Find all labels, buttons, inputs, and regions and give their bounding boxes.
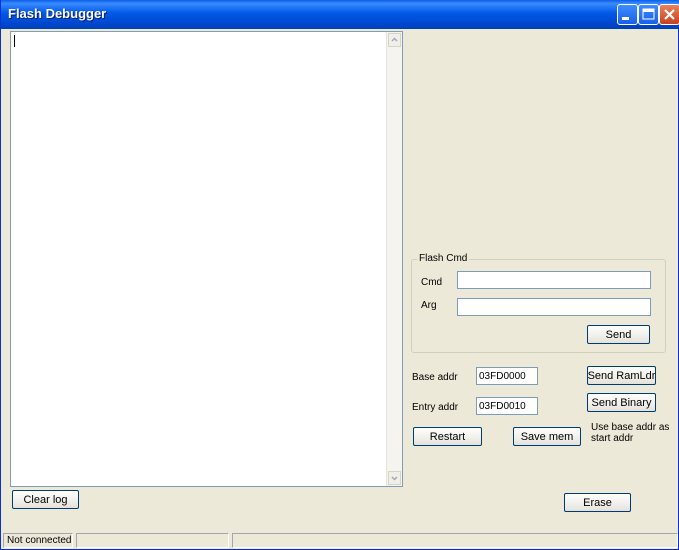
base-addr-label: Base addr bbox=[412, 372, 458, 383]
send-binary-button[interactable]: Send Binary bbox=[587, 393, 656, 412]
maximize-button[interactable] bbox=[638, 4, 659, 25]
use-base-addr-note: Use base addr as start addr bbox=[591, 422, 670, 444]
minimize-button[interactable] bbox=[617, 4, 638, 25]
status-pane-3 bbox=[232, 533, 678, 548]
chevron-up-icon bbox=[391, 37, 398, 42]
erase-button[interactable]: Erase bbox=[564, 493, 631, 512]
arg-input[interactable] bbox=[457, 298, 651, 316]
restart-button[interactable]: Restart bbox=[413, 427, 482, 446]
base-addr-input[interactable]: 03FD0000 bbox=[476, 367, 538, 385]
flash-cmd-legend: Flash Cmd bbox=[417, 253, 470, 264]
log-scrollbar[interactable] bbox=[386, 32, 402, 486]
log-textarea[interactable] bbox=[10, 31, 403, 487]
window-title: Flash Debugger bbox=[8, 6, 107, 21]
close-icon bbox=[664, 9, 675, 20]
flash-debugger-window: Flash Debugger Clear log Flash Cmd Cmd A… bbox=[0, 0, 679, 550]
clear-log-button[interactable]: Clear log bbox=[12, 490, 79, 509]
send-ramldr-button[interactable]: Send RamLdr bbox=[587, 366, 656, 385]
minimize-icon bbox=[622, 17, 629, 20]
title-bar[interactable]: Flash Debugger bbox=[1, 0, 679, 29]
text-caret bbox=[14, 35, 15, 47]
send-button[interactable]: Send bbox=[587, 325, 650, 344]
maximize-icon bbox=[642, 8, 655, 20]
entry-addr-label: Entry addr bbox=[412, 402, 459, 413]
chevron-down-icon bbox=[391, 476, 398, 481]
connection-status: Not connected bbox=[3, 533, 73, 548]
status-pane-2 bbox=[76, 533, 229, 548]
entry-addr-input[interactable]: 03FD0010 bbox=[476, 397, 538, 415]
arg-label: Arg bbox=[421, 300, 437, 311]
cmd-input[interactable] bbox=[457, 271, 651, 289]
cmd-label: Cmd bbox=[421, 277, 443, 288]
close-button[interactable] bbox=[659, 4, 679, 25]
scroll-down-button[interactable] bbox=[388, 471, 401, 485]
status-bar: Not connected bbox=[1, 531, 679, 550]
scroll-up-button[interactable] bbox=[388, 33, 401, 47]
save-mem-button[interactable]: Save mem bbox=[513, 427, 581, 446]
